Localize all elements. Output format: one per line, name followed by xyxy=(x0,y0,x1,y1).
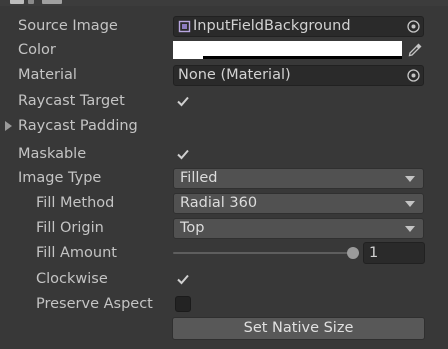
fill-method-dropdown[interactable]: Radial 360 xyxy=(173,193,424,214)
set-native-size-button[interactable]: Set Native Size xyxy=(172,317,425,340)
foldout-arrow-icon[interactable] xyxy=(5,121,12,131)
fill-origin-label: Fill Origin xyxy=(36,220,104,236)
material-field[interactable]: None (Material) xyxy=(173,65,424,86)
image-type-label: Image Type xyxy=(18,170,102,186)
clockwise-checkbox[interactable] xyxy=(175,271,191,287)
eyedropper-icon[interactable] xyxy=(406,41,424,59)
preserve-aspect-checkbox[interactable] xyxy=(175,296,191,312)
material-label: Material xyxy=(18,67,77,83)
chevron-down-icon xyxy=(405,201,415,207)
image-component-inspector: Source Image InputFieldBackground Color xyxy=(0,0,448,349)
preserve-aspect-row: Preserve Aspect xyxy=(0,292,448,316)
component-header-strip xyxy=(0,0,448,6)
clockwise-row: Clockwise xyxy=(0,267,448,291)
fill-origin-value: Top xyxy=(180,220,205,236)
maskable-checkbox[interactable] xyxy=(175,146,191,162)
component-icon xyxy=(10,0,24,4)
checkmark-icon xyxy=(177,274,189,285)
raycast-target-checkbox[interactable] xyxy=(175,93,191,109)
raycast-padding-label: Raycast Padding xyxy=(18,118,138,134)
image-type-dropdown[interactable]: Filled xyxy=(173,168,424,189)
fill-amount-row: Fill Amount 1 xyxy=(0,241,448,265)
maskable-row: Maskable xyxy=(0,142,448,166)
raycast-padding-row[interactable]: Raycast Padding xyxy=(0,114,448,138)
maskable-label: Maskable xyxy=(18,146,87,162)
image-type-value: Filled xyxy=(180,170,218,186)
object-picker-icon[interactable] xyxy=(406,68,421,83)
chevron-down-icon xyxy=(405,226,415,232)
fill-amount-input[interactable]: 1 xyxy=(363,242,425,264)
object-picker-icon[interactable] xyxy=(406,19,421,34)
preserve-aspect-label: Preserve Aspect xyxy=(36,296,153,312)
alpha-bar-gap xyxy=(173,56,203,59)
material-value: None (Material) xyxy=(178,67,291,83)
component-toggle-icon[interactable] xyxy=(28,0,34,4)
raycast-target-row: Raycast Target xyxy=(0,89,448,113)
fill-origin-dropdown[interactable]: Top xyxy=(173,218,424,239)
image-type-row: Image Type Filled xyxy=(0,166,448,190)
checkmark-icon xyxy=(177,149,189,160)
fill-origin-row: Fill Origin Top xyxy=(0,216,448,240)
source-image-label: Source Image xyxy=(18,18,118,34)
component-title-fragment xyxy=(42,0,62,4)
sprite-icon xyxy=(178,20,191,33)
alpha-bar xyxy=(173,56,402,59)
color-label: Color xyxy=(18,42,56,58)
material-row: Material None (Material) xyxy=(0,63,448,87)
clockwise-label: Clockwise xyxy=(36,271,108,287)
checkmark-icon xyxy=(177,96,189,107)
chevron-down-icon xyxy=(405,176,415,182)
color-row: Color xyxy=(0,38,448,62)
source-image-field[interactable]: InputFieldBackground xyxy=(173,16,424,37)
fill-method-row: Fill Method Radial 360 xyxy=(0,191,448,215)
slider-thumb[interactable] xyxy=(347,247,359,259)
source-image-value: InputFieldBackground xyxy=(193,18,351,34)
fill-method-value: Radial 360 xyxy=(180,195,258,211)
fill-method-label: Fill Method xyxy=(36,195,115,211)
fill-amount-value: 1 xyxy=(369,245,379,261)
source-image-row: Source Image InputFieldBackground xyxy=(0,14,448,38)
color-swatch-field[interactable] xyxy=(173,41,402,59)
raycast-target-label: Raycast Target xyxy=(18,93,125,109)
fill-amount-slider[interactable] xyxy=(173,252,353,254)
set-native-size-row: Set Native Size xyxy=(0,316,448,340)
fill-amount-label: Fill Amount xyxy=(36,245,117,261)
